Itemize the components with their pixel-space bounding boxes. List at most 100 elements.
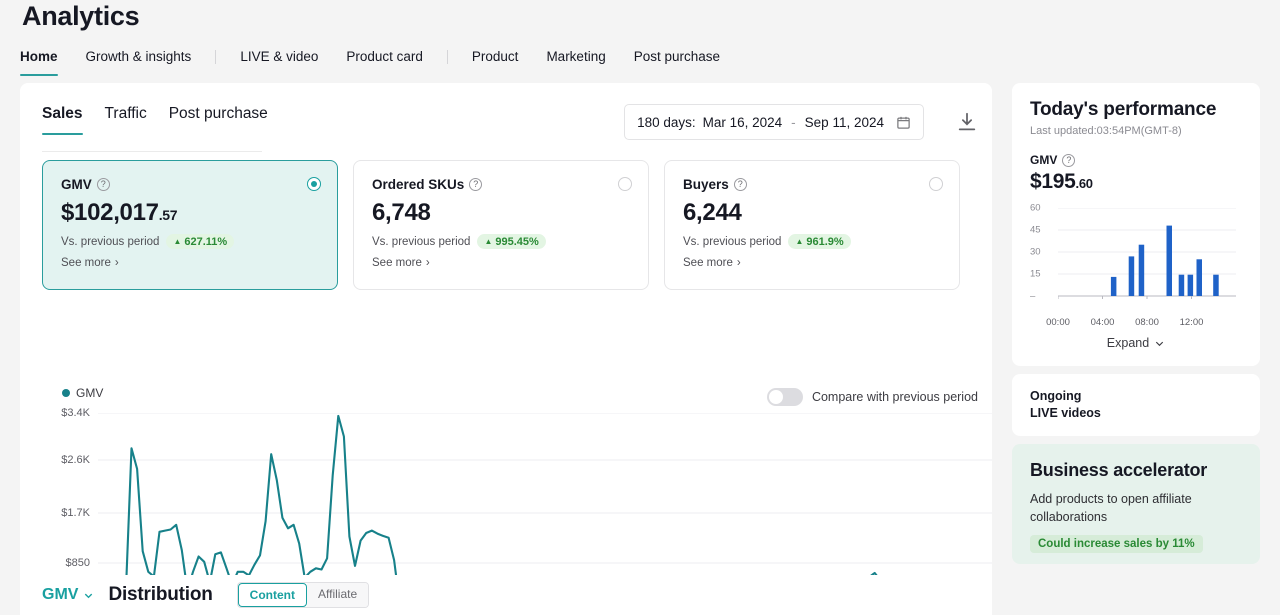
arrow-up-icon: ▲ bbox=[173, 236, 182, 246]
metric-cards: GMV? $102,017.57 Vs. previous period ▲ 627.1… bbox=[42, 160, 960, 290]
metric-card-title: GMV? bbox=[61, 177, 319, 192]
tab-post-purchase[interactable]: Post purchase bbox=[169, 105, 268, 135]
segment-affiliate[interactable]: Affiliate bbox=[306, 583, 369, 607]
metric-card-gmv[interactable]: GMV? $102,017.57 Vs. previous period ▲ 627.1… bbox=[42, 160, 338, 290]
nav-item-home[interactable]: Home bbox=[20, 44, 72, 76]
expand-button[interactable]: Expand bbox=[1030, 336, 1242, 350]
nav-separator bbox=[215, 50, 217, 64]
distribution-section-header: GMV Distribution Content Affiliate bbox=[20, 575, 992, 615]
arrow-up-icon: ▲ bbox=[484, 236, 493, 246]
mini-chart-x-tick-label: 00:00 bbox=[1046, 317, 1070, 328]
metric-card-ordered-skus[interactable]: Ordered SKUs? 6,748 Vs. previous period ▲ 99… bbox=[353, 160, 649, 290]
distribution-metric-label: GMV bbox=[42, 586, 79, 603]
metric-card-compare: Vs. previous period ▲ 995.45% bbox=[372, 234, 630, 249]
tab-sales[interactable]: Sales bbox=[42, 105, 83, 135]
nav-item-marketing[interactable]: Marketing bbox=[532, 44, 619, 70]
business-accelerator-title: Business accelerator bbox=[1030, 460, 1208, 480]
metric-card-value: $102,017.57 bbox=[61, 199, 319, 227]
chart-y-tick-label: $850 bbox=[65, 557, 90, 569]
metric-card-delta-badge: ▲ 961.9% bbox=[788, 234, 851, 249]
page-title: Analytics bbox=[22, 1, 140, 31]
mini-chart-x-tick-label: 04:00 bbox=[1090, 317, 1115, 328]
segment-content[interactable]: Content bbox=[237, 583, 307, 607]
date-range-dash: - bbox=[791, 114, 796, 130]
metric-card-compare: Vs. previous period ▲ 961.9% bbox=[683, 234, 941, 249]
help-icon[interactable]: ? bbox=[96, 178, 110, 191]
calendar-icon bbox=[897, 116, 910, 129]
nav-item-live-video[interactable]: LIVE & video bbox=[226, 44, 332, 70]
mini-chart-x-tick-label: 12:00 bbox=[1179, 317, 1204, 328]
legend-dot-gmv bbox=[62, 389, 70, 397]
metric-card-value-main: 6,244 bbox=[683, 199, 742, 226]
mini-chart-bar bbox=[1178, 274, 1185, 296]
mini-chart-y-tick-label: – bbox=[1030, 290, 1036, 302]
right-sidebar: Today's performance Last updated:03:54PM… bbox=[1012, 83, 1260, 564]
see-more-link[interactable]: See more › bbox=[683, 257, 941, 269]
metric-card-compare-label: Vs. previous period bbox=[372, 235, 471, 248]
mini-chart-bar bbox=[1110, 276, 1117, 296]
metric-card-compare-label: Vs. previous period bbox=[61, 235, 160, 248]
mini-chart-y-tick-label: 45 bbox=[1030, 224, 1041, 236]
ongoing-line2: LIVE videos bbox=[1030, 406, 1101, 420]
mini-chart-y-tick-label: 60 bbox=[1030, 202, 1041, 214]
metric-card-compare: Vs. previous period ▲ 627.11% bbox=[61, 234, 319, 249]
nav-item-post-purchase[interactable]: Post purchase bbox=[620, 44, 734, 70]
ongoing-live-videos-label: Ongoing LIVE videos bbox=[1030, 388, 1242, 422]
business-accelerator-card[interactable]: Business accelerator Add products to ope… bbox=[1012, 444, 1260, 564]
business-accelerator-pill: Could increase sales by 11% bbox=[1030, 535, 1203, 553]
chart-y-tick-label: $2.6K bbox=[61, 454, 90, 467]
metric-card-value-main: $102,017 bbox=[61, 199, 159, 226]
mini-chart-y-tick-label: 15 bbox=[1030, 268, 1041, 280]
see-more-label: See more bbox=[372, 257, 422, 269]
metric-card-delta-value: 961.9% bbox=[806, 235, 844, 248]
compare-previous-period-toggle[interactable] bbox=[766, 388, 803, 406]
metric-card-value: 6,748 bbox=[372, 199, 630, 227]
metric-card-radio[interactable] bbox=[618, 177, 632, 191]
tab-traffic[interactable]: Traffic bbox=[105, 105, 147, 135]
help-icon[interactable]: ? bbox=[469, 178, 483, 191]
download-icon[interactable] bbox=[956, 111, 978, 133]
see-more-link[interactable]: See more › bbox=[61, 257, 319, 269]
metric-card-delta-value: 627.11% bbox=[184, 235, 228, 248]
help-icon[interactable]: ? bbox=[1062, 153, 1076, 167]
mini-chart-bar bbox=[1213, 274, 1219, 296]
nav-item-growth-insights[interactable]: Growth & insights bbox=[72, 44, 206, 70]
metric-card-title-text: Buyers bbox=[683, 177, 729, 192]
metric-card-title: Ordered SKUs? bbox=[372, 177, 630, 192]
date-range-picker[interactable]: 180 days: Mar 16, 2024 - Sep 11, 2024 bbox=[624, 104, 924, 140]
chevron-right-icon: › bbox=[425, 257, 430, 269]
distribution-metric-select[interactable]: GMV bbox=[42, 586, 94, 604]
see-more-label: See more bbox=[683, 257, 733, 269]
help-icon[interactable]: ? bbox=[733, 178, 747, 191]
sidebar-gmv-value-frac: .60 bbox=[1075, 176, 1093, 191]
sidebar-gmv-label-text: GMV bbox=[1030, 153, 1058, 167]
metric-tabs: Sales Traffic Post purchase bbox=[42, 105, 268, 135]
nav-item-product-card[interactable]: Product card bbox=[332, 44, 437, 70]
sidebar-gmv-value-main: $195 bbox=[1030, 170, 1076, 193]
metric-card-title: Buyers? bbox=[683, 177, 941, 192]
chevron-down-icon bbox=[1156, 341, 1164, 346]
chart-legend: GMV bbox=[62, 386, 103, 400]
date-range-end: Sep 11, 2024 bbox=[804, 114, 884, 130]
chevron-right-icon: › bbox=[114, 257, 119, 269]
metric-card-title-text: Ordered SKUs bbox=[372, 177, 465, 192]
todays-performance-title: Today's performance bbox=[1030, 99, 1217, 120]
distribution-title: Distribution bbox=[108, 584, 213, 605]
sidebar-gmv-value: $195.60 bbox=[1030, 170, 1242, 194]
metric-card-value-fraction: .57 bbox=[158, 207, 178, 223]
chart-y-tick-label: $3.4K bbox=[61, 407, 90, 419]
see-more-link[interactable]: See more › bbox=[372, 257, 630, 269]
metric-card-buyers[interactable]: Buyers? 6,244 Vs. previous period ▲ 961.9% Se… bbox=[664, 160, 960, 290]
todays-performance-card: Today's performance Last updated:03:54PM… bbox=[1012, 83, 1260, 366]
mini-chart-y-tick-label: 30 bbox=[1030, 246, 1041, 258]
arrow-up-icon: ▲ bbox=[795, 236, 804, 246]
mini-chart-bar bbox=[1187, 274, 1194, 296]
chart-y-tick-label: $1.7K bbox=[61, 507, 90, 519]
metric-card-radio[interactable] bbox=[929, 177, 943, 191]
ongoing-live-videos-card[interactable]: Ongoing LIVE videos bbox=[1012, 374, 1260, 436]
date-range-start: Mar 16, 2024 bbox=[702, 114, 783, 130]
nav-item-product[interactable]: Product bbox=[458, 44, 533, 70]
metric-card-delta-badge: ▲ 627.11% bbox=[166, 234, 235, 249]
chevron-down-icon bbox=[85, 593, 93, 598]
metric-card-radio[interactable] bbox=[307, 177, 321, 191]
